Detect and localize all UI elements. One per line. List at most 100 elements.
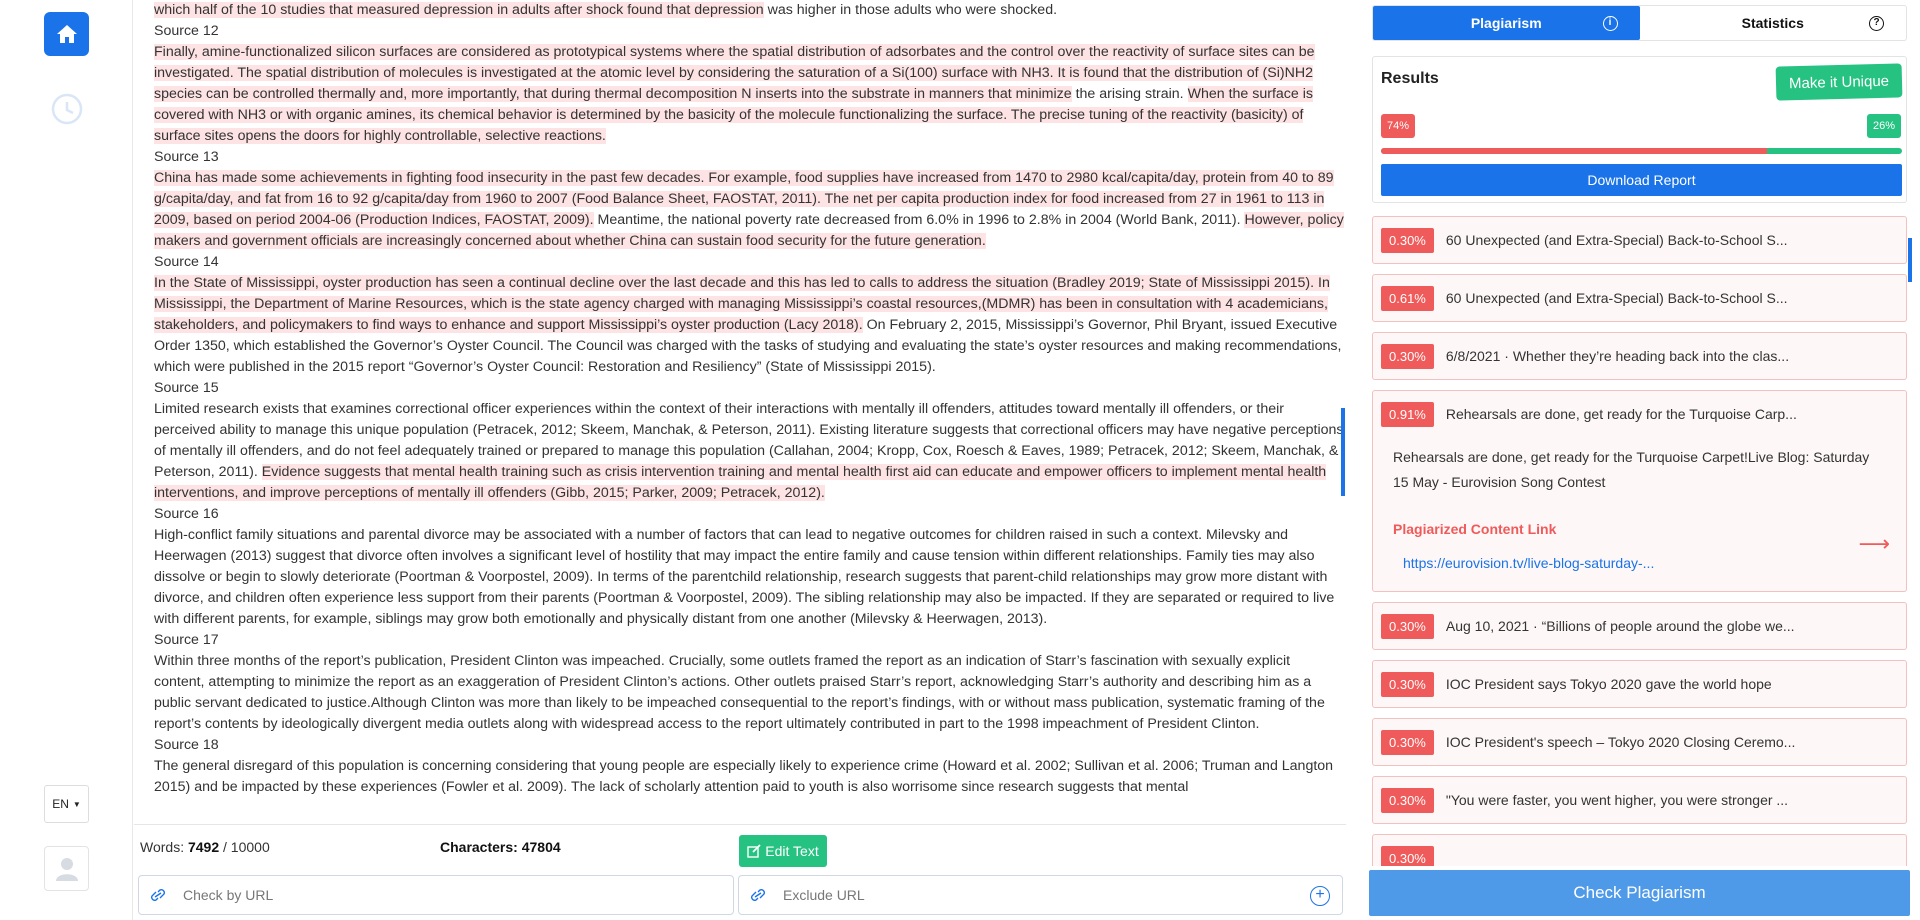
source-result-header[interactable]: 0.30% 6/8/2021 · Whether they’re heading …	[1373, 333, 1906, 379]
source-title: Aug 10, 2021 · “Billions of people aroun…	[1445, 618, 1795, 634]
source-result-item[interactable]: 0.30% 6/8/2021 · Whether they’re heading …	[1372, 332, 1907, 380]
language-select[interactable]: EN ▼	[44, 785, 89, 823]
plain-text: High-conflict family situations and pare…	[154, 527, 1335, 627]
edit-text-button[interactable]: Edit Text	[739, 835, 827, 867]
match-percent-badge: 0.30%	[1381, 671, 1434, 697]
check-plagiarism-button[interactable]: Check Plagiarism	[1369, 870, 1910, 916]
link-icon	[751, 889, 765, 901]
source-result-item[interactable]: 0.30% IOC President says Tokyo 2020 gave …	[1372, 660, 1907, 708]
exclude-url-placeholder: Exclude URL	[783, 887, 865, 903]
language-label: EN	[52, 797, 69, 811]
source-result-header[interactable]: 0.30% 60 Unexpected (and Extra-Special) B…	[1373, 217, 1906, 263]
highlighted-text: Evidence suggests that mental health tra…	[154, 464, 1327, 501]
source-title: IOC President's speech – Tokyo 2020 Clos…	[1445, 734, 1796, 750]
highlighted-text: which half of the 10 studies that measur…	[154, 2, 764, 18]
source-paragraph: Finally, amine-functionalized silicon su…	[154, 42, 1344, 147]
source-result-details: Rehearsals are done, get ready for the T…	[1373, 437, 1906, 591]
source-result-item[interactable]: 0.30% IOC President's speech – Tokyo 2020…	[1372, 718, 1907, 766]
info-icon[interactable]: i	[1602, 16, 1618, 31]
results-scrollbar[interactable]	[1908, 238, 1912, 282]
exclude-url-input[interactable]: Exclude URL +	[738, 875, 1343, 915]
home-icon	[56, 25, 77, 43]
source-result-header[interactable]: 0.91% Rehearsals are done, get ready for …	[1373, 391, 1906, 437]
plagiarism-percent-badge: 74%	[1381, 114, 1416, 138]
source-label: Source 13	[154, 149, 219, 165]
download-report-button[interactable]: Download Report	[1381, 164, 1902, 196]
tab-statistics[interactable]: Statistics ?	[1640, 6, 1907, 40]
match-percent-badge: 0.30%	[1381, 343, 1434, 369]
match-percent-badge: 0.30%	[1381, 729, 1434, 755]
caret-down-icon: ▼	[72, 799, 81, 809]
source-result-item[interactable]: 0.61% 60 Unexpected (and Extra-Special) B…	[1372, 274, 1907, 322]
plain-text: the arising strain.	[1071, 86, 1188, 102]
user-icon	[55, 857, 78, 881]
match-percent-badge: 0.30%	[1381, 845, 1434, 866]
source-result-item[interactable]: 0.91% Rehearsals are done, get ready for …	[1372, 390, 1907, 592]
source-title: IOC President says Tokyo 2020 gave the w…	[1445, 676, 1772, 692]
source-result-header[interactable]: 0.30% "You were faster, you went higher, …	[1373, 777, 1906, 823]
plagiarism-progress-fill	[1381, 148, 1767, 154]
edit-icon	[747, 844, 761, 858]
source-result-header[interactable]: 0.30% Aug 10, 2021 · “Billions of people …	[1373, 603, 1906, 649]
results-panel: Plagiarism i Statistics ? Results Make i…	[1360, 0, 1920, 920]
source-description: Rehearsals are done, get ready for the T…	[1393, 449, 1870, 490]
stats-bar: Words: 7492 / 10000 Characters: 47804 Ed…	[134, 824, 1346, 869]
results-summary: Results Make it Unique 74% 26% Download …	[1372, 56, 1907, 203]
source-paragraph: In the State of Mississippi, oyster prod…	[154, 273, 1344, 378]
source-paragraph: The general disregard of this population…	[154, 756, 1344, 798]
match-percent-badge: 0.30%	[1381, 613, 1434, 639]
tab-plagiarism[interactable]: Plagiarism i	[1373, 6, 1640, 40]
source-result-header[interactable]: 0.30% IOC President's speech – Tokyo 2020…	[1373, 719, 1906, 765]
results-title: Results	[1381, 70, 1439, 87]
source-label: Source 16	[154, 506, 219, 522]
help-icon[interactable]: ?	[1869, 16, 1884, 31]
match-percent-badge: 0.61%	[1381, 285, 1434, 311]
source-title: Rehearsals are done, get ready for the T…	[1445, 406, 1797, 422]
panel-tabs: Plagiarism i Statistics ?	[1372, 5, 1907, 41]
source-result-item[interactable]: 0.30% Aug 10, 2021 · “Billions of people …	[1372, 602, 1907, 650]
source-result-header[interactable]: 0.30%	[1373, 835, 1906, 866]
document-text[interactable]: which half of the 10 studies that measur…	[144, 0, 1344, 824]
source-paragraph: China has made some achievements in figh…	[154, 168, 1344, 252]
source-label: Source 14	[154, 254, 219, 270]
source-title: "You were faster, you went higher, you w…	[1445, 792, 1789, 808]
source-result-item[interactable]: 0.30% 60 Unexpected (and Extra-Special) B…	[1372, 216, 1907, 264]
check-url-placeholder: Check by URL	[183, 887, 274, 903]
character-count: Characters: 47804	[440, 839, 561, 855]
source-result-header[interactable]: 0.61% 60 Unexpected (and Extra-Special) B…	[1373, 275, 1906, 321]
editor-scrollbar[interactable]	[1341, 408, 1345, 496]
main-editor: which half of the 10 studies that measur…	[134, 0, 1346, 920]
source-label: Source 18	[154, 737, 219, 753]
add-url-icon[interactable]: +	[1310, 886, 1330, 906]
source-title: 60 Unexpected (and Extra-Special) Back-t…	[1445, 232, 1788, 248]
history-button[interactable]	[44, 86, 89, 131]
history-icon	[51, 93, 82, 124]
source-result-item[interactable]: 0.30% "You were faster, you went higher, …	[1372, 776, 1907, 824]
home-button[interactable]	[44, 12, 89, 56]
source-paragraph: High-conflict family situations and pare…	[154, 525, 1344, 630]
arrow-right-icon[interactable]: ⟶	[1858, 531, 1890, 557]
plagiarism-progress-bar	[1381, 148, 1902, 154]
sources-list: 0.30% 60 Unexpected (and Extra-Special) B…	[1372, 216, 1907, 866]
link-icon	[151, 889, 165, 901]
source-result-header[interactable]: 0.30% IOC President says Tokyo 2020 gave …	[1373, 661, 1906, 707]
user-button[interactable]	[44, 846, 89, 891]
source-paragraph: Within three months of the report’s publ…	[154, 651, 1344, 735]
source-label: Source 17	[154, 632, 219, 648]
plain-text: The general disregard of this population…	[154, 758, 1334, 795]
source-label: Source 15	[154, 380, 219, 396]
source-result-item[interactable]: 0.30%	[1372, 834, 1907, 866]
unique-percent-badge: 26%	[1866, 114, 1901, 138]
source-label: Source 12	[154, 23, 219, 39]
match-percent-badge: 0.30%	[1381, 227, 1434, 253]
make-unique-button[interactable]: Make it Unique	[1775, 63, 1903, 101]
word-count: Words: 7492 / 10000	[140, 839, 270, 855]
plain-text: was higher in those adults who were shoc…	[763, 2, 1058, 18]
check-url-input[interactable]: Check by URL	[138, 875, 734, 915]
source-paragraph: Limited research exists that examines co…	[154, 399, 1344, 504]
plain-text: Within three months of the report’s publ…	[154, 653, 1325, 732]
plagiarized-link-label: Plagiarized Content Link	[1393, 521, 1557, 537]
plagiarized-content-link[interactable]: https://eurovision.tv/live-blog-saturday…	[1403, 555, 1886, 571]
match-percent-badge: 0.30%	[1381, 787, 1434, 813]
left-rail: EN ▼	[0, 0, 133, 920]
